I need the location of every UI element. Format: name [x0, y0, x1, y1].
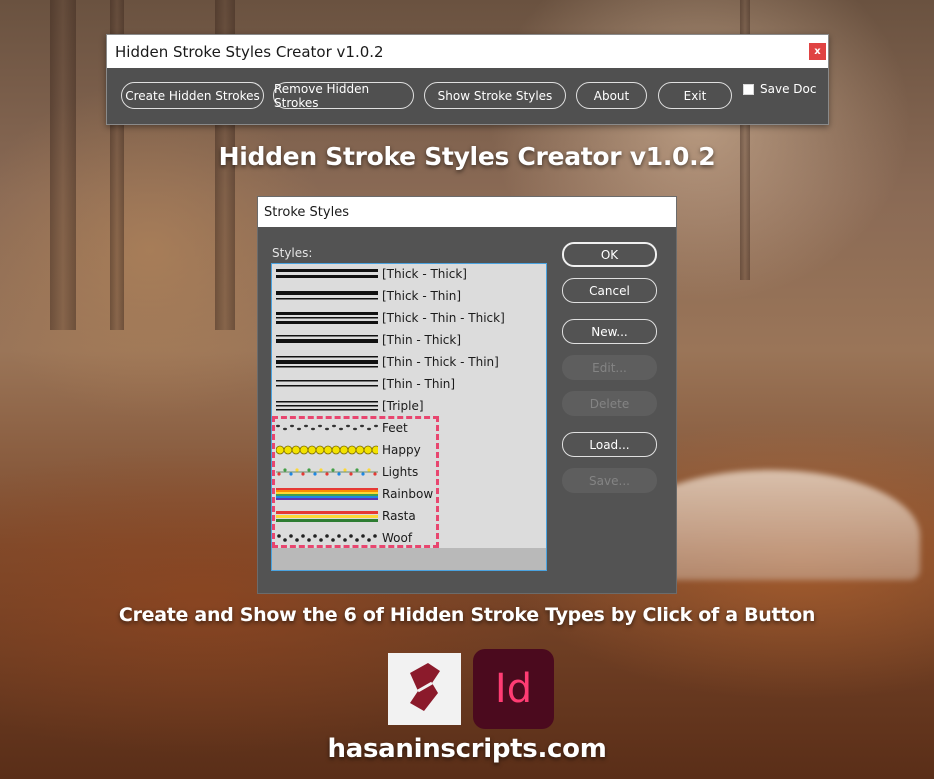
exit-button[interactable]: Exit	[658, 82, 732, 109]
dialog-titlebar: Stroke Styles	[258, 197, 676, 227]
save-doc-checkbox[interactable]	[743, 83, 754, 95]
indesign-logo: Id	[473, 649, 554, 729]
stroke-preview-thick-thick	[276, 269, 378, 278]
delete-button[interactable]: Delete	[562, 391, 657, 416]
stroke-style-row[interactable]: [Triple]	[276, 395, 542, 417]
stroke-style-label: [Thick - Thin - Thick]	[382, 311, 505, 325]
main-titlebar: Hidden Stroke Styles Creator v1.0.2 x	[107, 35, 828, 68]
new-button[interactable]: New...	[562, 319, 657, 344]
main-window-title: Hidden Stroke Styles Creator v1.0.2	[115, 42, 384, 61]
stroke-style-label: [Thin - Thin]	[382, 377, 456, 391]
page-subheading: Create and Show the 6 of Hidden Stroke T…	[118, 604, 816, 626]
stroke-style-row[interactable]: [Thin - Thick]	[276, 329, 542, 351]
save-button[interactable]: Save...	[562, 468, 657, 493]
stroke-preview-thick-thin-thick	[276, 312, 378, 324]
stroke-preview-thin-thin	[276, 380, 378, 387]
website-url: hasaninscripts.com	[327, 734, 607, 764]
script-logo	[388, 653, 461, 725]
styles-label: Styles:	[272, 246, 313, 260]
stroke-style-label: [Thin - Thick]	[382, 333, 462, 347]
hidden-strokes-highlight	[272, 416, 439, 548]
remove-hidden-strokes-button[interactable]: Remove Hidden Strokes	[273, 82, 414, 110]
cancel-button[interactable]: Cancel	[562, 278, 657, 303]
main-toolbar: Create Hidden Strokes Remove Hidden Stro…	[107, 68, 828, 124]
stroke-preview-triple	[276, 401, 378, 411]
stroke-style-row[interactable]: [Thin - Thin]	[276, 373, 542, 395]
show-stroke-styles-button[interactable]: Show Stroke Styles	[424, 82, 566, 109]
save-doc-label: Save Doc	[760, 82, 817, 96]
main-window: Hidden Stroke Styles Creator v1.0.2 x Cr…	[106, 34, 829, 125]
stroke-preview-thick-thin	[276, 291, 378, 300]
close-button[interactable]: x	[809, 43, 826, 60]
create-hidden-strokes-button[interactable]: Create Hidden Strokes	[121, 82, 264, 109]
stroke-preview-thin-thick-thin	[276, 356, 378, 368]
ok-button[interactable]: OK	[562, 242, 657, 267]
stroke-style-row[interactable]: [Thin - Thick - Thin]	[276, 351, 542, 373]
script-scroll-icon	[410, 663, 440, 711]
stroke-style-label: [Triple]	[382, 399, 424, 413]
stroke-style-row[interactable]: [Thick - Thick]	[276, 263, 542, 285]
save-doc-option[interactable]: Save Doc	[743, 82, 816, 96]
styles-list-scroll-area[interactable]	[272, 548, 546, 570]
dialog-title: Stroke Styles	[264, 204, 349, 220]
indesign-logo-text: Id	[494, 666, 533, 712]
page-heading: Hidden Stroke Styles Creator v1.0.2	[218, 142, 716, 171]
stroke-style-row[interactable]: [Thick - Thin]	[276, 285, 542, 307]
stroke-style-row[interactable]: [Thick - Thin - Thick]	[276, 307, 542, 329]
load-button[interactable]: Load...	[562, 432, 657, 457]
stroke-styles-dialog: Stroke Styles Styles: [Thick - Thick] [Th…	[257, 196, 677, 594]
stroke-preview-thin-thick	[276, 335, 378, 343]
stroke-style-label: [Thin - Thick - Thin]	[382, 355, 499, 369]
stroke-style-label: [Thick - Thin]	[382, 289, 462, 303]
stroke-style-label: [Thick - Thick]	[382, 267, 467, 281]
edit-button[interactable]: Edit...	[562, 355, 657, 380]
about-button[interactable]: About	[576, 82, 647, 109]
